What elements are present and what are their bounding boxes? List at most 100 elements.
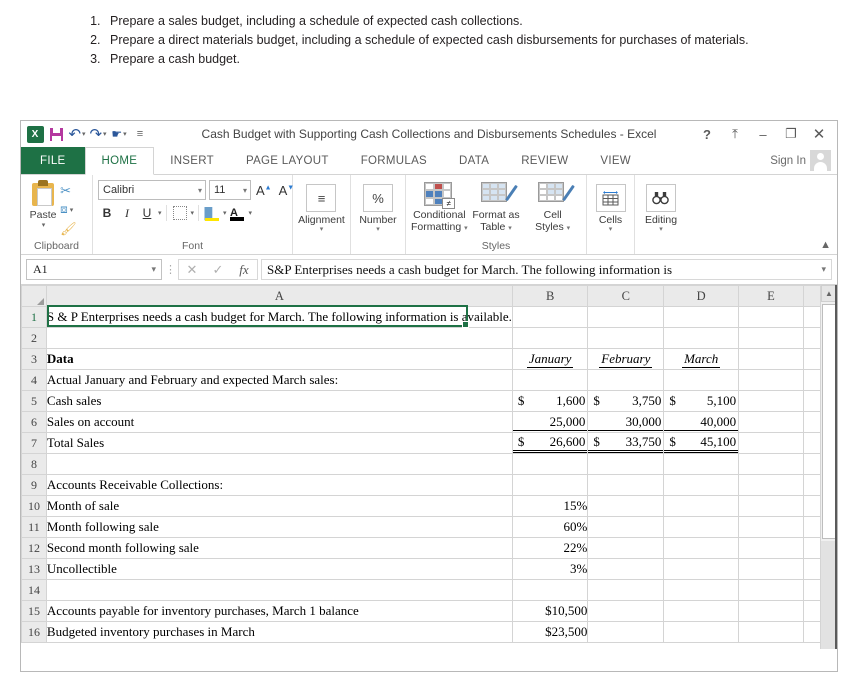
row-header-11[interactable]: 11 [21, 516, 47, 538]
borders-icon[interactable] [171, 204, 189, 222]
sign-in-label[interactable]: Sign In [770, 155, 806, 167]
cell-a14[interactable] [45, 579, 513, 601]
collapse-ribbon-icon[interactable]: ▲ [820, 239, 831, 251]
cell-b4[interactable] [511, 369, 589, 391]
cell-d6[interactable]: 40,000 [663, 411, 740, 433]
row-header-7[interactable]: 7 [21, 432, 47, 454]
cell-e11[interactable] [738, 516, 804, 538]
cell-d14[interactable] [663, 579, 740, 601]
ribbon-group-cells[interactable]: Cells ▾ [587, 175, 635, 254]
row-header-10[interactable]: 10 [21, 495, 47, 517]
alignment-icon[interactable]: ≡ [306, 184, 337, 212]
table-row[interactable]: 11 Month following sale 60% [21, 516, 837, 538]
cell-b7[interactable]: $26,600 [511, 432, 589, 454]
close-icon[interactable]: ✕ [805, 122, 833, 146]
window-controls[interactable]: ? ⤒ – ❐ ✕ [693, 122, 837, 146]
cell-b1[interactable] [511, 306, 589, 328]
row-header-14[interactable]: 14 [21, 579, 47, 601]
confirm-entry-icon[interactable]: ✓ [205, 260, 231, 279]
cell-e15[interactable] [738, 600, 804, 622]
column-header-d[interactable]: D [663, 285, 740, 307]
tab-file[interactable]: FILE [21, 147, 85, 174]
table-row[interactable]: 12 Second month following sale 22% [21, 537, 837, 559]
insert-function-icon[interactable]: fx [231, 260, 257, 279]
expand-formula-bar-icon[interactable]: ▾ [821, 264, 826, 275]
table-row[interactable]: 7 Total Sales $26,600 $33,750 $45,100 [21, 432, 837, 454]
tab-home[interactable]: HOME [84, 147, 155, 175]
cell-b11[interactable]: 60% [511, 516, 589, 538]
column-header-c[interactable]: C [587, 285, 665, 307]
row-header-3[interactable]: 3 [21, 348, 47, 370]
tab-data[interactable]: DATA [443, 147, 505, 174]
column-header-a[interactable]: A [45, 285, 513, 307]
cell-e12[interactable] [738, 537, 804, 559]
cell-c13[interactable] [587, 558, 665, 580]
cell-e3[interactable] [738, 348, 804, 370]
cell-d5[interactable]: $5,100 [663, 390, 740, 412]
cell-c15[interactable] [587, 600, 665, 622]
row-header-4[interactable]: 4 [21, 369, 47, 391]
ribbon-group-number[interactable]: % Number ▾ [351, 175, 406, 254]
font-color-icon[interactable]: A [229, 204, 247, 222]
ribbon-display-options-icon[interactable]: ⤒ [721, 122, 749, 146]
row-header-1[interactable]: 1 [21, 306, 47, 328]
row-header-6[interactable]: 6 [21, 411, 47, 433]
name-box[interactable]: A1 ▾ [26, 259, 162, 280]
table-row[interactable]: 13 Uncollectible 3% [21, 558, 837, 580]
column-header-e[interactable]: E [738, 285, 804, 307]
cell-e6[interactable] [738, 411, 804, 433]
save-icon[interactable] [46, 124, 66, 144]
avatar[interactable] [810, 150, 831, 171]
table-row[interactable]: 10 Month of sale 15% [21, 495, 837, 517]
cell-d9[interactable] [663, 474, 740, 496]
table-row[interactable]: 4 Actual January and February and expect… [21, 369, 837, 391]
borders-dropdown-icon[interactable]: ▾ [191, 209, 195, 217]
cell-d7[interactable]: $45,100 [663, 432, 740, 454]
cell-d13[interactable] [663, 558, 740, 580]
column-header-b[interactable]: B [511, 285, 589, 307]
ribbon-group-editing[interactable]: Editing ▾ [635, 175, 687, 254]
font-name-dropdown-icon[interactable]: ▾ [198, 186, 202, 195]
cell-b8[interactable] [511, 453, 589, 475]
font-size-input[interactable]: 11 ▾ [209, 180, 251, 200]
cell-a16[interactable]: Budgeted inventory purchases in March [45, 621, 513, 643]
row-header-8[interactable]: 8 [21, 453, 47, 475]
cell-e1[interactable] [738, 306, 804, 328]
cut-icon[interactable]: ✂ [60, 182, 87, 199]
sign-in-area[interactable]: Sign In [770, 147, 837, 174]
quick-access-toolbar[interactable]: X ↶ ▾ ↷ ▾ ☛ ▾ ≡ [25, 124, 150, 144]
cell-e13[interactable] [738, 558, 804, 580]
font-name-input[interactable]: Calibri ▾ [98, 180, 206, 200]
cell-d10[interactable] [663, 495, 740, 517]
table-row[interactable]: 9 Accounts Receivable Collections: [21, 474, 837, 496]
cell-c11[interactable] [587, 516, 665, 538]
table-row[interactable]: 16 Budgeted inventory purchases in March… [21, 621, 837, 643]
tab-insert[interactable]: INSERT [154, 147, 230, 174]
formula-input[interactable]: S&P Enterprises needs a cash budget for … [261, 259, 832, 280]
bold-button[interactable]: B [98, 204, 116, 222]
italic-button[interactable]: I [118, 204, 136, 222]
format-painter-icon[interactable]: 🖌 [60, 220, 87, 237]
cell-b12[interactable]: 22% [511, 537, 589, 559]
cell-a8[interactable] [45, 453, 513, 475]
cell-e10[interactable] [738, 495, 804, 517]
cell-a1[interactable]: S & P Enterprises needs a cash budget fo… [45, 306, 513, 328]
cell-d2[interactable] [663, 327, 740, 349]
cell-a3[interactable]: Data [45, 348, 513, 370]
cell-b15[interactable]: $10,500 [511, 600, 589, 622]
ribbon-group-alignment[interactable]: ≡ Alignment ▾ [293, 175, 351, 254]
format-as-table-button[interactable]: Format as Table ▾ [468, 182, 525, 235]
cell-styles-button[interactable]: Cell Styles ▾ [524, 182, 581, 235]
table-row[interactable]: 6 Sales on account 25,000 30,000 40,000 [21, 411, 837, 433]
table-row[interactable]: 1 S & P Enterprises needs a cash budget … [21, 306, 837, 328]
cell-d8[interactable] [663, 453, 740, 475]
fill-color-dropdown-icon[interactable]: ▾ [223, 209, 227, 217]
cell-e14[interactable] [738, 579, 804, 601]
cell-b5[interactable]: $1,600 [511, 390, 589, 412]
paste-dropdown-icon[interactable]: ▾ [42, 221, 46, 229]
select-all-corner[interactable] [21, 285, 47, 307]
cell-c4[interactable] [587, 369, 665, 391]
editing-dropdown-icon[interactable]: ▾ [645, 226, 677, 234]
table-row[interactable]: 2 [21, 327, 837, 349]
cell-b16[interactable]: $23,500 [511, 621, 589, 643]
